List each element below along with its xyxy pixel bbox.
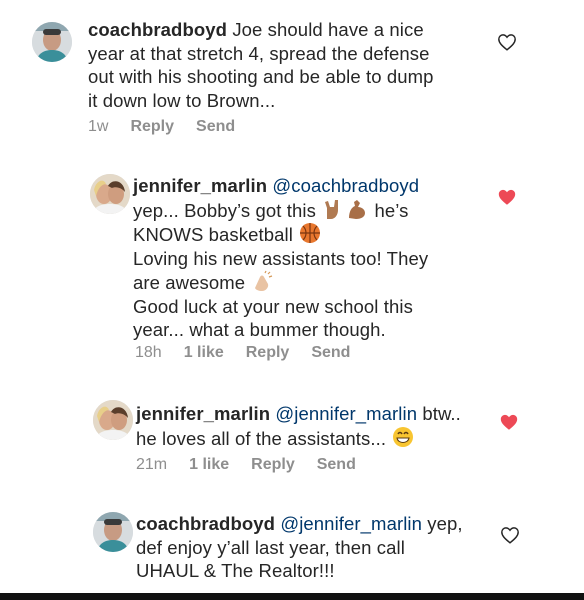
comment-timestamp: 18h: [135, 344, 162, 361]
comment-body-line: he loves all of the assistants...: [136, 427, 387, 449]
avatar-photo-icon: [90, 174, 130, 214]
comment-username[interactable]: jennifer_marlin: [133, 175, 267, 196]
heart-outline-icon[interactable]: [497, 33, 517, 51]
send-button[interactable]: Send: [311, 344, 350, 362]
mention-link[interactable]: @jennifer_marlin: [280, 513, 422, 534]
comment-text: coachbradboyd Joe should have a nice yea…: [88, 18, 434, 112]
bottom-edge-bar: [0, 593, 584, 600]
comment-meta: 1w Reply Send: [88, 118, 235, 136]
reply-button[interactable]: Reply: [251, 456, 295, 474]
grinning-face-emoji-icon: [392, 426, 414, 448]
avatar-photo-icon: [93, 400, 133, 440]
comment-username[interactable]: coachbradboyd: [88, 19, 227, 40]
comment-body-line: it down low to Brown...: [88, 89, 276, 111]
likes-count-link[interactable]: 1 like: [184, 344, 224, 362]
avatar[interactable]: [93, 512, 133, 552]
comment-body-line: Joe should have a nice: [232, 19, 424, 40]
comment-body-line: yep,: [427, 513, 463, 534]
comment-body-line: Good luck at your new school this: [133, 295, 413, 317]
avatar[interactable]: [93, 400, 133, 440]
avatar[interactable]: [32, 22, 72, 62]
likes-count-link[interactable]: 1 like: [189, 456, 229, 474]
reply-button[interactable]: Reply: [130, 118, 174, 136]
rock-hand-emoji-icon: [322, 198, 344, 220]
comment-body-line: UHAUL & The Realtor!!!: [136, 560, 335, 581]
comment-body-line: year at that stretch 4, spread the defen…: [88, 42, 430, 64]
reply-button[interactable]: Reply: [246, 344, 290, 362]
comment-body-line: def enjoy y’all last year, then call: [136, 536, 405, 558]
comment-meta: 21m 1 like Reply Send: [136, 456, 356, 474]
comment-timestamp: 1w: [88, 118, 109, 135]
avatar-photo-icon: [32, 22, 72, 62]
comment-body-line: are awesome: [133, 272, 246, 293]
send-button[interactable]: Send: [317, 456, 356, 474]
comment-timestamp: 21m: [136, 456, 168, 473]
clapping-hands-emoji-icon: [251, 270, 273, 292]
heart-filled-icon[interactable]: [499, 413, 519, 431]
mention-link[interactable]: @jennifer_marlin: [275, 403, 417, 424]
comment-body-line: yep... Bobby’s got this: [133, 199, 316, 221]
heart-outline-icon[interactable]: [500, 526, 520, 544]
comment-meta: 18h 1 like Reply Send: [135, 344, 350, 362]
comment-body-line: he’s: [374, 199, 409, 221]
comment-text: coachbradboyd @jennifer_marlin yep, def …: [136, 512, 463, 583]
comment-body-line: KNOWS basketball: [133, 224, 293, 245]
send-button[interactable]: Send: [196, 118, 235, 136]
comment-body-line: btw..: [422, 403, 461, 424]
avatar[interactable]: [90, 174, 130, 214]
comment-username[interactable]: jennifer_marlin: [136, 403, 270, 424]
flexed-biceps-emoji-icon: [346, 198, 368, 220]
comment-body-line: year... what a bummer though.: [133, 319, 386, 340]
heart-filled-icon[interactable]: [497, 188, 517, 206]
comment-text: jennifer_marlin @jennifer_marlin btw.. h…: [136, 402, 461, 450]
comment-username[interactable]: coachbradboyd: [136, 513, 275, 534]
avatar-photo-icon: [93, 512, 133, 552]
basketball-emoji-icon: [299, 222, 321, 244]
comment-text: jennifer_marlin @coachbradboyd yep... Bo…: [133, 174, 428, 342]
comment-body-line: out with his shooting and be able to dum…: [88, 66, 434, 87]
comment-body-line: Loving his new assistants too! They: [133, 247, 429, 269]
mention-link[interactable]: @coachbradboyd: [272, 175, 419, 196]
